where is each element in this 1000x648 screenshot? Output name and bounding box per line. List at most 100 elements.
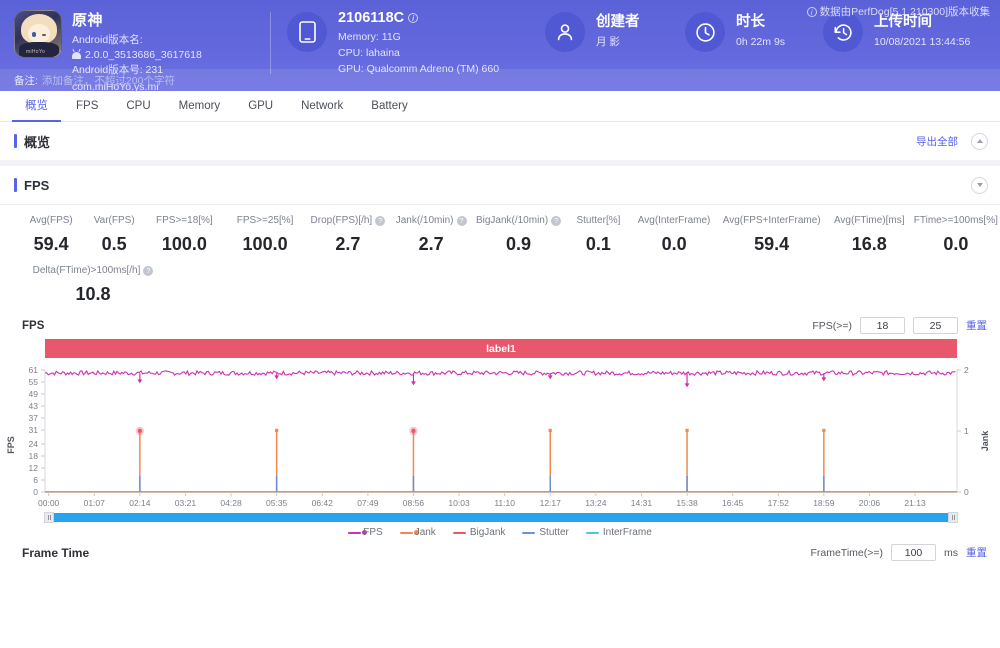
app-name: 原神 [72, 12, 104, 29]
x-tick-label: 08:56 [403, 498, 425, 508]
tab-battery[interactable]: Battery [358, 91, 420, 122]
series-bigjank-point[interactable] [137, 428, 142, 434]
y-tick-label: 18 [29, 451, 39, 461]
legend-item[interactable]: Jank [399, 527, 436, 538]
overview-section-header: 概览 导出全部 [0, 122, 1000, 160]
metric-cell: Stutter[%] 0.1 [565, 215, 631, 255]
user-icon [545, 12, 585, 52]
metric-label: Avg(FTime)[ms] [833, 215, 905, 226]
fps-dip-marker [137, 379, 143, 384]
series-fps[interactable] [44, 369, 956, 377]
note-bar[interactable]: 备注: 添加备注，不超过200个字符 [0, 69, 1000, 91]
y-tick-label: 0 [33, 487, 38, 497]
y-tick-label: 12 [29, 463, 39, 473]
scrollbar-left-handle[interactable] [44, 512, 54, 523]
tab-fps[interactable]: FPS [63, 91, 111, 122]
y-tick-label: 31 [29, 425, 39, 435]
label-bar[interactable]: label1 [45, 339, 957, 358]
x-tick-label: 13:24 [585, 498, 607, 508]
frametime-title: Frame Time [22, 545, 90, 560]
jank-marker [685, 428, 689, 432]
metric-cell: BigJank(/10min)? 0.9 [472, 215, 565, 255]
fps-dip-marker [547, 375, 553, 380]
metric-label: Jank(/10min)? [392, 215, 470, 226]
x-tick-label: 20:06 [859, 498, 881, 508]
legend-item[interactable]: Stutter [522, 527, 569, 538]
legend-label: InterFrame [602, 527, 652, 538]
metric-value: 2.7 [335, 234, 361, 254]
info-icon: i [806, 6, 817, 17]
help-icon[interactable]: ? [551, 215, 562, 226]
app-header: i 数据由PerfDog[5.1.210300]版本收集 miHoYo 原神 A… [0, 0, 1000, 93]
help-icon[interactable]: ? [456, 215, 467, 226]
metric-cell: FTime>=100ms[%] 0.0 [912, 215, 1000, 255]
metric-label: Delta(FTime)>100ms[/h]? [20, 265, 166, 276]
main-tabbar: 概览 FPS CPU Memory GPU Network Battery [0, 91, 1000, 122]
fps-chart-area: FPS FPS(>=) 重置 label1 061218243137434955… [0, 309, 1000, 538]
x-tick-label: 18:59 [813, 498, 835, 508]
help-icon[interactable]: ? [375, 215, 386, 226]
game-app-icon: miHoYo [14, 10, 62, 58]
metric-value: 59.4 [33, 234, 69, 254]
scrollbar-thumb[interactable] [45, 513, 957, 522]
x-tick-label: 16:45 [722, 498, 744, 508]
overview-title: 概览 [24, 134, 51, 150]
fps-plot[interactable]: 0 6 12 18 24 31 37 43 49 55 61 FPS 0 1 2 Jank 00:00 01:07… [0, 362, 1000, 510]
x-tick-label: 07:49 [357, 498, 379, 508]
creator-name: 月 影 [596, 36, 620, 48]
frametime-threshold-input[interactable] [891, 544, 936, 561]
legend-item[interactable]: InterFrame [585, 527, 652, 538]
tab-memory[interactable]: Memory [166, 91, 234, 122]
frametime-reset-link[interactable]: 重置 [966, 545, 987, 560]
metric-value: 10.8 [75, 284, 111, 304]
note-placeholder[interactable]: 添加备注，不超过200个字符 [42, 73, 175, 88]
chevron-down-icon[interactable] [971, 176, 988, 194]
y-tick-label: 37 [29, 413, 39, 423]
legend-item[interactable]: BigJank [452, 527, 506, 538]
metric-label: FPS>=25[%] [236, 215, 294, 226]
tab-gpu[interactable]: GPU [235, 91, 286, 122]
tab-cpu[interactable]: CPU [113, 91, 163, 122]
metric-cell: Avg(FPS+InterFrame) 59.4 [717, 215, 827, 255]
chart-horizontal-scrollbar[interactable] [44, 512, 958, 523]
fps-threshold-input-1[interactable] [860, 317, 905, 334]
export-all-link[interactable]: 导出全部 [916, 134, 958, 149]
metric-cell: Var(FPS) 0.5 [84, 215, 144, 255]
x-tick-label: 14:31 [631, 498, 653, 508]
device-cpu: CPU: lahaina [338, 46, 400, 59]
tab-overview[interactable]: 概览 [12, 91, 61, 122]
help-icon[interactable]: ? [143, 265, 154, 276]
x-tick-label: 04:28 [220, 498, 242, 508]
device-memory: Memory: 11G [338, 31, 401, 43]
legend-swatch [585, 531, 599, 534]
metric-value: 59.4 [754, 234, 790, 254]
series-bigjank-point[interactable] [411, 428, 416, 434]
section-accent-bar [14, 134, 17, 148]
metric-cell: Delta(FTime)>100ms[/h]? 10.8 [18, 265, 168, 305]
metric-label: Avg(FPS+InterFrame) [722, 215, 821, 226]
x-tick-label: 00:00 [38, 498, 60, 508]
x-tick-label: 17:52 [768, 498, 790, 508]
phone-icon [287, 12, 327, 52]
header-divider [270, 12, 271, 74]
fps-threshold-input-2[interactable] [913, 317, 958, 334]
metric-value: 0.0 [943, 234, 969, 254]
legend-item[interactable]: FPS [348, 527, 383, 538]
metric-cell: FPS>=18[%] 100.0 [144, 215, 225, 255]
metric-cell: Jank(/10min)? 2.7 [390, 215, 472, 255]
device-model: 2106118C [338, 10, 405, 26]
x-tick-label: 01:07 [84, 498, 106, 508]
jank-marker [275, 428, 279, 432]
metric-label: BigJank(/10min)? [474, 215, 563, 226]
chevron-up-icon[interactable] [971, 132, 988, 150]
y-tick-label: 43 [29, 401, 39, 411]
x-tick-label: 15:38 [676, 498, 698, 508]
section-accent-bar [14, 178, 17, 192]
device-info-icon[interactable]: i [408, 13, 419, 23]
tab-network[interactable]: Network [288, 91, 356, 122]
scrollbar-right-handle[interactable] [948, 512, 958, 523]
y2-tick-label: 1 [964, 426, 969, 436]
legend-label: BigJank [469, 527, 506, 538]
fps-reset-link[interactable]: 重置 [966, 318, 987, 333]
frametime-unit: ms [944, 546, 958, 559]
